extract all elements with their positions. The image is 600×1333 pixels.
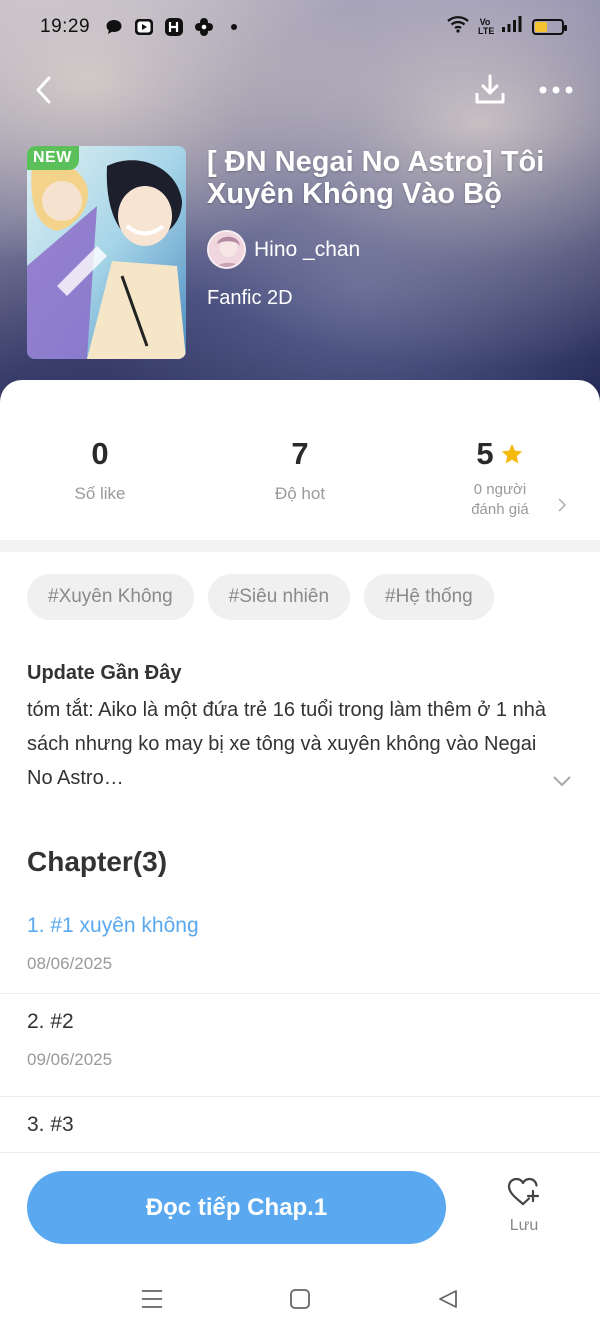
heart-plus-icon — [507, 1177, 540, 1206]
status-right-icons: Vo LTE — [447, 15, 567, 39]
status-bar: 19:29 Vo LTE — [0, 0, 600, 54]
rating-count-label: 0 người — [473, 481, 527, 498]
more-horizontal-icon — [539, 86, 573, 94]
likes-label: Số like — [74, 484, 126, 503]
rating-count-label-2: đánh giá — [471, 501, 529, 518]
cover-illustration — [27, 146, 186, 359]
rating-value: 5 — [476, 436, 494, 471]
menu-lines-icon — [142, 1289, 162, 1308]
h-app-icon — [164, 17, 184, 37]
download-button[interactable] — [468, 68, 512, 112]
square-icon — [290, 1288, 310, 1309]
bottom-action-bar: Đọc tiếp Chap.1 Lưu — [0, 1152, 600, 1264]
author-avatar[interactable] — [207, 230, 246, 269]
chapter-item[interactable]: 2. #2 09/06/2025 — [0, 994, 600, 1097]
recents-button[interactable] — [137, 1284, 167, 1314]
book-meta: [ ĐN Negai No Astro] Tôi Xuyên Không Vào… — [207, 146, 587, 362]
tag-chip[interactable]: #Hệ thống — [364, 574, 494, 620]
stat-rating[interactable]: 5 0 người đánh giá — [400, 436, 600, 536]
stats-row: 0 Số like 7 Độ hot 5 0 người đánh giá — [0, 436, 600, 536]
battery-icon — [532, 19, 567, 35]
status-time: 19:29 — [40, 16, 91, 37]
stat-hot: 7 Độ hot — [200, 436, 400, 536]
status-left-icons — [104, 17, 244, 37]
chapter-title: 1. #1 xuyên không — [27, 914, 199, 937]
chapter-heading: Chapter(3) — [27, 846, 168, 877]
chapter-item[interactable]: 1. #1 xuyên không 08/06/2025 — [0, 900, 600, 994]
star-icon — [501, 444, 522, 464]
signal-icon — [501, 15, 523, 39]
back-button[interactable] — [22, 68, 66, 112]
chapter-title: 2. #2 — [27, 1010, 74, 1033]
chat-bubble-icon — [104, 17, 124, 37]
likes-value: 0 — [91, 436, 109, 471]
chapter-title: 3. #3 — [27, 1113, 74, 1136]
volte-icon: Vo LTE — [478, 17, 495, 36]
section-divider — [0, 540, 600, 552]
summary-text[interactable]: tóm tắt: Aiko là một đứa trẻ 16 tuổi tro… — [27, 693, 547, 795]
wifi-icon — [447, 15, 469, 39]
hot-value: 7 — [291, 436, 309, 471]
chapter-date: 09/06/2025 — [27, 1050, 113, 1069]
tag-list: #Xuyên Không #Siêu nhiên #Hệ thống — [27, 574, 494, 620]
back-system-button[interactable] — [433, 1284, 463, 1314]
dot-icon — [224, 17, 244, 37]
home-button[interactable] — [285, 1284, 315, 1314]
video-app-icon — [134, 17, 154, 37]
chevron-left-icon — [36, 76, 51, 104]
chevron-right-icon — [558, 498, 566, 512]
download-icon — [475, 74, 505, 104]
expand-summary-button[interactable] — [549, 768, 575, 794]
summary-title: Update Gần Đây — [27, 662, 182, 684]
book-info: NEW [ ĐN Negai No Astro] Tôi Xuyên Không… — [27, 146, 587, 362]
continue-reading-button[interactable]: Đọc tiếp Chap.1 — [27, 1171, 446, 1244]
stat-likes: 0 Số like — [0, 436, 200, 536]
hot-label: Độ hot — [274, 484, 326, 503]
save-button[interactable]: Lưu — [494, 1177, 554, 1247]
top-nav — [0, 62, 600, 118]
author-name[interactable]: Hino _chan — [254, 238, 360, 262]
triangle-back-icon — [439, 1289, 457, 1308]
author-row[interactable]: Hino _chan — [207, 230, 587, 269]
new-badge: NEW — [27, 146, 79, 170]
chapter-date: 08/06/2025 — [27, 954, 113, 973]
more-button[interactable] — [534, 68, 578, 112]
book-title: [ ĐN Negai No Astro] Tôi Xuyên Không Vào… — [207, 146, 545, 210]
tag-chip[interactable]: #Xuyên Không — [27, 574, 194, 620]
tag-chip[interactable]: #Siêu nhiên — [207, 574, 351, 620]
genre-label: Fanfic 2D — [207, 287, 293, 309]
content-sheet: 0 Số like 7 Độ hot 5 0 người đánh giá #X… — [0, 380, 600, 1280]
book-cover[interactable]: NEW — [27, 146, 186, 359]
flower-icon — [194, 17, 214, 37]
system-navigation-bar — [0, 1264, 600, 1333]
summary-section: Update Gần Đây tóm tắt: Aiko là một đứa … — [27, 662, 547, 795]
chevron-down-icon — [553, 776, 571, 787]
save-label: Lưu — [509, 1217, 539, 1234]
